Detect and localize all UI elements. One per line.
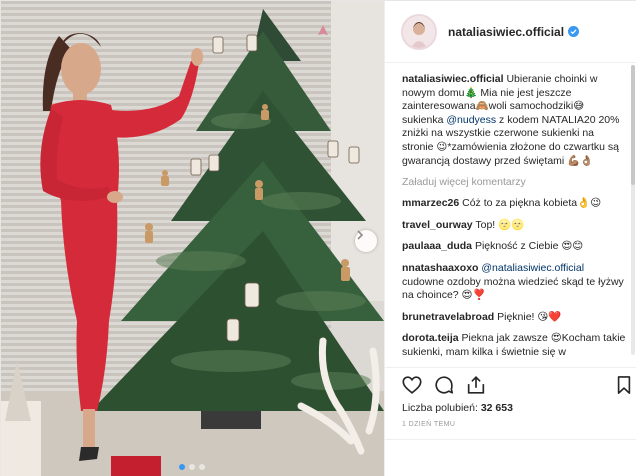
heart-icon[interactable] — [401, 374, 423, 396]
likes-count[interactable]: Liczba polubień: 32 653 — [402, 402, 513, 414]
carousel-dot — [199, 464, 205, 470]
avatar-image — [403, 15, 435, 48]
header-username[interactable]: nataliasiwiec.official — [448, 25, 564, 39]
carousel-indicator — [179, 464, 205, 470]
comment-text: Piękność z Ciebie 😍😊 — [472, 240, 584, 253]
comment-username[interactable]: travel_ourway — [402, 219, 473, 231]
comment-text: Pięknie! 😘❤️ — [494, 310, 562, 323]
comment-username[interactable]: paulaaa_duda — [402, 240, 472, 252]
comment-item: dorota.teija Piekna jak zawsze 😍Kocham t… — [402, 332, 626, 359]
comment-username[interactable]: mmarzec26 — [402, 197, 459, 209]
comment-text: Cóż to za piękna kobieta👌😉 — [459, 197, 602, 210]
add-comment-area[interactable] — [385, 439, 636, 476]
likes-number: 32 653 — [480, 402, 513, 414]
comments-scroll-thumb[interactable] — [631, 65, 635, 185]
comment-username[interactable]: nnatashaaxoxo — [402, 262, 478, 274]
comment-text: Top! 🌝🌝 — [472, 218, 525, 231]
carousel-dot — [179, 464, 185, 470]
comment-item: brunetravelabroad Pięknie! 😘❤️ — [402, 311, 626, 325]
caption: nataliasiwiec.official Ubieranie choinki… — [402, 73, 626, 168]
caption-username[interactable]: nataliasiwiec.official — [402, 73, 504, 85]
comment-text: cudowne ozdoby można wiedzieć skąd te ły… — [402, 275, 624, 302]
load-more-comments-button[interactable]: Załaduj więcej komentarzy — [402, 176, 626, 188]
comment-item: travel_ourway Top! 🌝🌝 — [402, 219, 626, 233]
likes-label: Liczba polubień: — [402, 402, 481, 414]
avatar[interactable] — [401, 13, 437, 50]
verified-badge-icon — [568, 26, 580, 37]
post-header: nataliasiwiec.official — [385, 1, 636, 63]
carousel-dot — [189, 464, 195, 470]
mention-link[interactable]: @nudyess — [446, 114, 496, 126]
post-timestamp[interactable]: 1 DZIEŃ TEMU — [402, 421, 455, 428]
action-bar — [385, 367, 636, 399]
bookmark-icon[interactable] — [615, 374, 633, 396]
comment-item: mmarzec26 Cóż to za piękna kobieta👌😉 — [402, 197, 626, 211]
comment-username[interactable]: brunetravelabroad — [402, 311, 494, 323]
next-photo-button[interactable] — [355, 230, 377, 252]
chevron-right-icon — [357, 230, 364, 240]
comment-item: paulaaa_duda Piękność z Ciebie 😍😊 — [402, 240, 626, 254]
comments-list[interactable]: nataliasiwiec.official Ubieranie choinki… — [385, 63, 636, 367]
post-side-panel: nataliasiwiec.official nataliasiwiec.off… — [384, 1, 636, 476]
comment-item: nnatashaaxoxo @nataliasiwiec.official cu… — [402, 262, 626, 303]
post-photo[interactable] — [1, 1, 384, 476]
instagram-post: nataliasiwiec.official nataliasiwiec.off… — [0, 0, 636, 476]
comment-username[interactable]: dorota.teija — [402, 332, 459, 344]
mention-link[interactable]: @nataliasiwiec.official — [481, 262, 584, 274]
comment-icon[interactable] — [433, 374, 455, 396]
share-icon[interactable] — [465, 374, 487, 396]
photo-illustration — [1, 1, 384, 476]
